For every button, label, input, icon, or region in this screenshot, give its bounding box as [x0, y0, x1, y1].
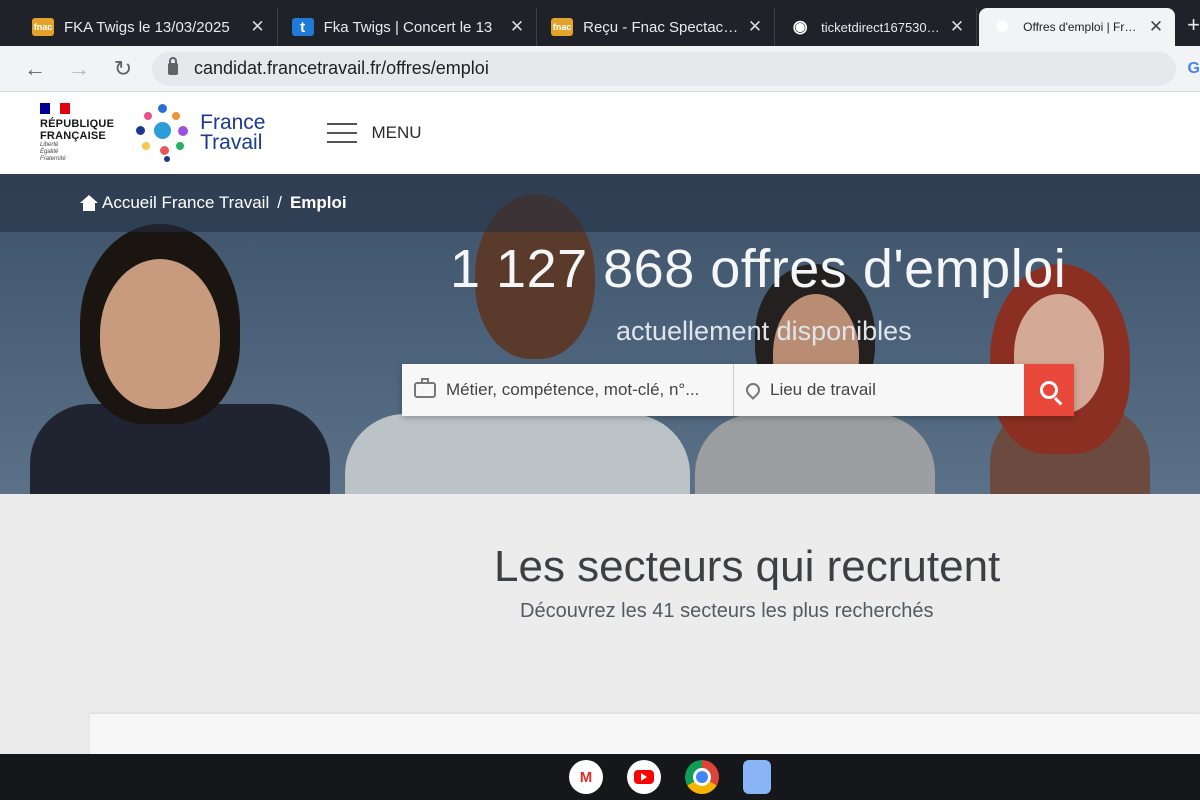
tab-title: Offres d'emploi | France T — [1023, 20, 1141, 34]
chrome-icon[interactable] — [685, 760, 719, 794]
site-header: RÉPUBLIQUE FRANÇAISE Liberté Égalité Fra… — [0, 92, 1200, 174]
breadcrumb: Accueil France Travail / Emploi — [0, 174, 1200, 232]
browser-tab[interactable]: fnac FKA Twigs le 13/03/2025 ✕ — [20, 8, 278, 46]
close-tab-icon[interactable]: ✕ — [748, 17, 762, 37]
republique-francaise-logo[interactable]: RÉPUBLIQUE FRANÇAISE Liberté Égalité Fra… — [40, 103, 114, 163]
files-icon[interactable] — [743, 760, 771, 794]
francaise-line: FRANÇAISE — [40, 130, 106, 142]
briefcase-icon — [414, 378, 436, 398]
back-button[interactable]: ← — [20, 54, 50, 84]
close-tab-icon[interactable]: ✕ — [250, 17, 264, 37]
browser-tab[interactable]: fnac Reçu - Fnac Spectacles ✕ — [539, 8, 776, 46]
sectors-section: Les secteurs qui recrutent Découvrez les… — [0, 494, 1200, 754]
hero-photo-person — [30, 214, 330, 494]
republique-line: RÉPUBLIQUE — [40, 118, 115, 130]
address-bar[interactable]: candidat.francetravail.fr/offres/emploi — [152, 51, 1176, 86]
france-travail-icon: ✺ — [995, 19, 1009, 36]
hamburger-icon — [327, 123, 358, 143]
fnac-icon: fnac — [551, 18, 574, 36]
location-placeholder: Lieu de travail — [770, 380, 876, 399]
motto-line: Fraternité — [40, 156, 66, 162]
brand-name-line: Travail — [200, 131, 263, 154]
browser-toolbar: ← → ↻ candidat.francetravail.fr/offres/e… — [0, 46, 1200, 92]
location-input[interactable]: Lieu de travail — [734, 364, 1024, 416]
job-search-bar: Métier, compétence, mot-clé, n°... Lieu … — [402, 364, 1074, 416]
tab-title: Fka Twigs | Concert le 13 — [323, 18, 493, 36]
new-tab-button[interactable]: + — [1187, 12, 1200, 38]
profile-button[interactable]: G — [1188, 60, 1200, 78]
forward-button[interactable]: → — [64, 54, 94, 84]
lock-icon — [168, 56, 178, 75]
tab-title: FKA Twigs le 13/03/2025 — [64, 18, 230, 36]
browser-tabstrip: fnac FKA Twigs le 13/03/2025 ✕ t Fka Twi… — [0, 0, 1200, 46]
job-keyword-placeholder: Métier, compétence, mot-clé, n°... — [446, 380, 700, 399]
close-tab-icon[interactable]: ✕ — [1149, 17, 1163, 37]
sectors-title: Les secteurs qui recrutent — [494, 542, 1001, 591]
ticketmaster-icon: t — [291, 18, 314, 36]
sectors-card — [90, 714, 1200, 754]
menu-label: MENU — [371, 123, 422, 142]
url-text: candidat.francetravail.fr/offres/emploi — [194, 58, 489, 78]
menu-button[interactable]: MENU — [327, 123, 422, 143]
tab-title: ticketdirect1675306526.p — [821, 19, 942, 35]
search-icon — [1040, 381, 1058, 399]
tab-title: Reçu - Fnac Spectacles — [583, 18, 740, 36]
browser-tab[interactable]: t Fka Twigs | Concert le 13 ✕ — [280, 8, 538, 46]
fnac-icon: fnac — [32, 18, 54, 36]
location-pin-icon — [743, 380, 763, 400]
france-travail-dots-icon — [134, 104, 192, 162]
job-offers-count-headline: 1 127 868 offres d'emploi — [450, 239, 1067, 299]
motto-line: Liberté — [40, 142, 59, 148]
close-tab-icon[interactable]: ✕ — [510, 17, 524, 37]
gmail-icon[interactable]: M — [569, 760, 603, 794]
reload-button[interactable]: ↻ — [108, 54, 138, 84]
browser-tab-active[interactable]: ✺ Offres d'emploi | France T ✕ — [979, 8, 1176, 46]
hero-banner: Accueil France Travail / Emploi 1 127 86… — [0, 174, 1200, 494]
os-taskbar: M — [0, 754, 1200, 800]
youtube-icon[interactable] — [627, 760, 661, 794]
breadcrumb-home-link[interactable]: Accueil France Travail — [102, 193, 269, 213]
brand-name-line: France — [200, 111, 266, 134]
close-tab-icon[interactable]: ✕ — [950, 17, 964, 37]
search-button[interactable] — [1024, 364, 1074, 416]
sectors-subtitle: Découvrez les 41 secteurs les plus reche… — [520, 600, 934, 622]
globe-icon: ◉ — [792, 17, 808, 36]
breadcrumb-separator: / — [277, 193, 282, 212]
job-keyword-input[interactable]: Métier, compétence, mot-clé, n°... — [402, 364, 734, 416]
home-icon — [80, 195, 98, 211]
france-travail-logo[interactable]: France Travail — [134, 104, 265, 162]
browser-tab[interactable]: ◉ ticketdirect1675306526.p ✕ — [777, 8, 978, 46]
breadcrumb-current: Emploi — [289, 193, 347, 212]
french-flag-icon — [40, 103, 70, 114]
job-offers-subline: actuellement disponibles — [616, 316, 912, 346]
motto-line: Égalité — [40, 149, 59, 155]
